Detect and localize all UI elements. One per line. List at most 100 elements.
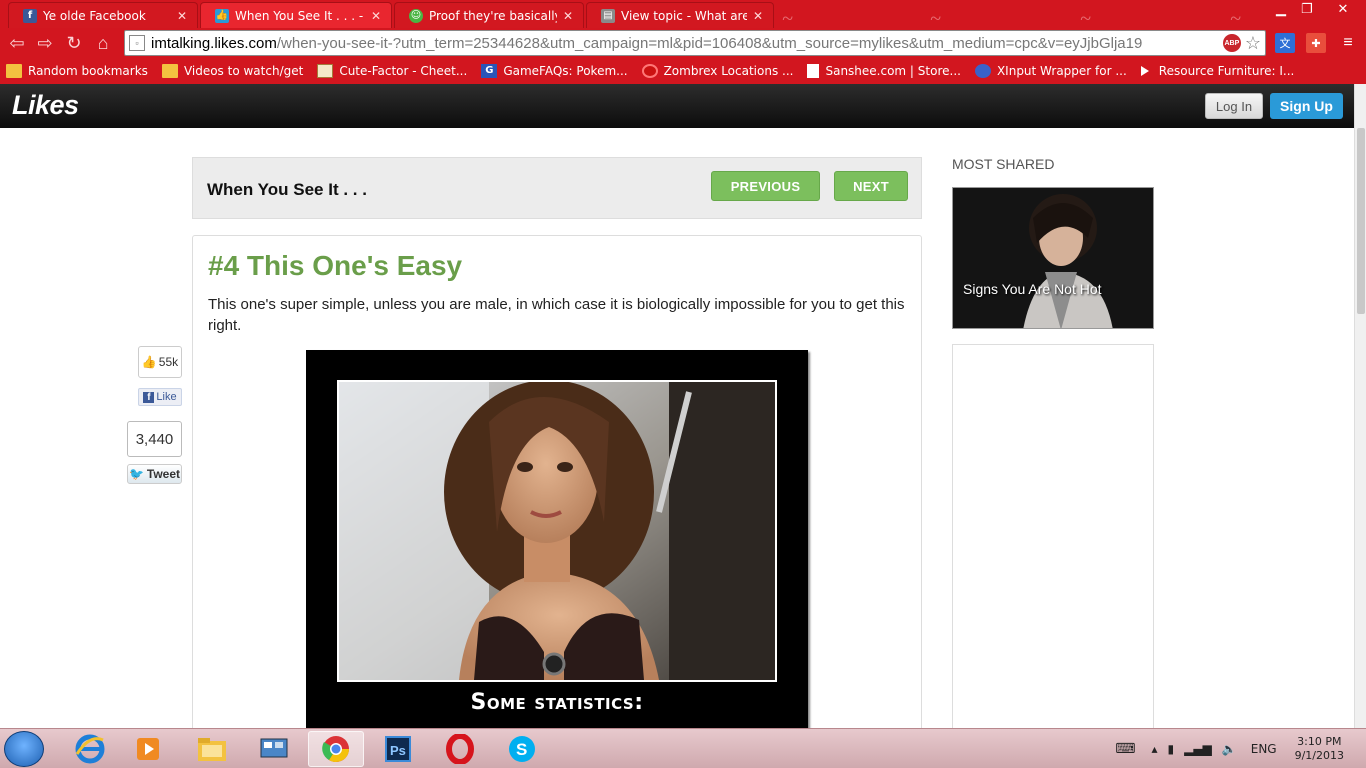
address-bar[interactable]: ▫ imtalking.likes.com/when-you-see-it-?u… — [124, 30, 1266, 56]
home-icon[interactable]: ⌂ — [92, 32, 114, 54]
bookmark-label: Resource Furniture: I... — [1158, 64, 1295, 78]
cheetah-icon — [317, 64, 334, 78]
window-close-icon[interactable]: ✕ — [1320, 0, 1366, 18]
minimize-icon[interactable]: ▁ — [1268, 0, 1294, 18]
shared-item-thumbnail — [953, 188, 1153, 328]
show-hidden-icons-icon[interactable]: ▴ — [1151, 742, 1157, 756]
page-scrollbar[interactable] — [1354, 84, 1366, 728]
clock-time: 3:10 PM — [1297, 735, 1342, 748]
photo — [337, 380, 777, 682]
tab-likes[interactable]: 👍 When You See It . . . - Like ✕ — [200, 2, 392, 28]
language-indicator[interactable]: ENG — [1251, 742, 1277, 756]
media-player-icon[interactable] — [120, 731, 176, 767]
url-text[interactable]: imtalking.likes.com/when-you-see-it-?utm… — [151, 35, 1223, 52]
bookmark-label: Cute-Factor - Cheet... — [339, 64, 468, 78]
svg-text:Ps: Ps — [390, 743, 406, 758]
article-title: When You See It . . . — [207, 180, 367, 199]
volume-icon[interactable]: 🔈 — [1222, 742, 1237, 756]
previous-button[interactable]: PREVIOUS — [711, 171, 820, 201]
tweet-count: 3,440 — [127, 421, 182, 457]
svg-text:S: S — [516, 740, 527, 759]
signal-icon[interactable]: ▂▄▆ — [1184, 742, 1212, 756]
bookmark-label: XInput Wrapper for ... — [996, 64, 1127, 78]
forward-icon[interactable]: ⇨ — [34, 32, 56, 54]
tab-facebook[interactable]: f Ye olde Facebook ✕ — [8, 2, 198, 28]
tab-label: Ye olde Facebook — [43, 8, 146, 23]
file-explorer-icon[interactable] — [184, 731, 240, 767]
login-button[interactable]: Log In — [1205, 93, 1263, 119]
slide-description: This one's super simple, unless you are … — [208, 296, 905, 334]
photoshop-icon[interactable]: Ps — [370, 731, 426, 767]
clock[interactable]: 3:10 PM 9/1/2013 — [1295, 735, 1344, 763]
bookmark-item[interactable]: Resource Furniture: I... — [1140, 64, 1295, 78]
bookmark-folder[interactable]: Random bookmarks — [6, 64, 148, 78]
clock-date: 9/1/2013 — [1294, 749, 1344, 762]
facebook-like-button[interactable]: f Like — [138, 388, 182, 406]
likes-thumb-icon: 👍 — [215, 8, 229, 23]
bookmark-item[interactable]: G GameFAQs: Pokem... — [481, 64, 628, 78]
bookmark-item[interactable]: Sanshee.com | Store... — [807, 64, 961, 78]
article-title-bar: When You See It . . . PREVIOUS NEXT — [192, 157, 922, 219]
bookmark-label: GameFAQs: Pokem... — [503, 64, 628, 78]
windows-taskbar: Ps S ⌨ ▴ ▮ ▂▄▆ 🔈 ENG 3:10 PM 9/1/2013 — [0, 728, 1366, 768]
page-icon: ▫ — [129, 35, 145, 51]
next-button[interactable]: NEXT — [834, 171, 908, 201]
bookmark-label: Videos to watch/get — [183, 64, 304, 78]
slide-heading: #4 This One's Easy — [208, 250, 463, 281]
page-content: When You See It . . . PREVIOUS NEXT #4 T… — [0, 128, 1354, 750]
opera-icon[interactable] — [432, 731, 488, 767]
translate-icon[interactable]: 文 — [1275, 33, 1295, 53]
bookmark-item[interactable]: XInput Wrapper for ... — [974, 64, 1127, 78]
tab-label: When You See It . . . - Like — [235, 8, 365, 23]
page-icon — [807, 64, 820, 78]
close-icon[interactable]: ✕ — [177, 9, 187, 23]
smiley-icon: ☺ — [409, 8, 423, 23]
tab-forum[interactable]: ▤ View topic - What are you ✕ — [586, 2, 774, 28]
bookmark-item[interactable]: Zombrex Locations ... — [641, 64, 793, 78]
site-logo[interactable]: Likes — [12, 90, 79, 121]
facebook-icon: f — [143, 391, 155, 403]
most-shared-heading: MOST SHARED — [952, 156, 1055, 172]
reload-icon[interactable]: ↻ — [63, 32, 85, 54]
tweet-button[interactable]: 🐦 Tweet — [127, 464, 182, 484]
close-icon[interactable]: ✕ — [753, 9, 763, 23]
internet-explorer-icon[interactable] — [62, 731, 118, 767]
tab-strip: f Ye olde Facebook ✕ 👍 When You See It .… — [0, 0, 1366, 30]
tab-label: View topic - What are you — [621, 8, 747, 23]
bookmark-label: Random bookmarks — [28, 64, 148, 78]
forum-icon: ▤ — [601, 8, 615, 23]
skype-icon[interactable]: S — [494, 731, 550, 767]
shared-item-title: Signs You Are Not Hot — [963, 281, 1102, 297]
slide-image[interactable]: Some statistics: — [306, 350, 808, 750]
adblock-icon[interactable]: ABP — [1222, 34, 1241, 52]
photo-illustration — [339, 382, 775, 680]
folder-icon — [161, 64, 178, 78]
menu-icon[interactable]: ≡ — [1338, 33, 1358, 53]
xinput-icon — [974, 64, 991, 78]
url-host: imtalking.likes.com — [151, 34, 277, 52]
chrome-icon[interactable] — [308, 731, 364, 767]
control-panel-icon[interactable] — [246, 731, 302, 767]
start-button[interactable] — [4, 731, 44, 767]
signup-button[interactable]: Sign Up — [1270, 93, 1343, 119]
close-icon[interactable]: ✕ — [371, 9, 381, 23]
bookmark-folder[interactable]: Videos to watch/get — [161, 64, 304, 78]
restore-icon[interactable]: ❐ — [1294, 0, 1320, 18]
bookmark-item[interactable]: Cute-Factor - Cheet... — [317, 64, 467, 78]
system-tray: ⌨ ▴ ▮ ▂▄▆ 🔈 ENG 3:10 PM 9/1/2013 — [1115, 729, 1366, 768]
tab-proof[interactable]: ☺ Proof they're basically the ✕ — [394, 2, 584, 28]
tweet-label: Tweet — [146, 467, 181, 481]
bookmark-star-icon[interactable]: ☆ — [1245, 33, 1261, 54]
scrollbar-thumb[interactable] — [1357, 128, 1365, 314]
back-icon[interactable]: ⇦ — [6, 32, 28, 54]
zombrex-icon — [641, 64, 658, 78]
twitter-bird-icon: 🐦 — [128, 467, 144, 481]
network-icon[interactable]: ▮ — [1167, 742, 1174, 756]
thumbs-up-icon: 👍 — [141, 355, 157, 369]
most-shared-item[interactable]: Signs You Are Not Hot — [952, 187, 1154, 329]
close-icon[interactable]: ✕ — [563, 9, 573, 23]
extension-icon[interactable]: ✚ — [1306, 33, 1326, 53]
bookmark-label: Sanshee.com | Store... — [825, 64, 961, 78]
window-controls: ▁ ❐ ✕ — [1268, 0, 1366, 18]
keyboard-icon[interactable]: ⌨ — [1115, 741, 1135, 757]
